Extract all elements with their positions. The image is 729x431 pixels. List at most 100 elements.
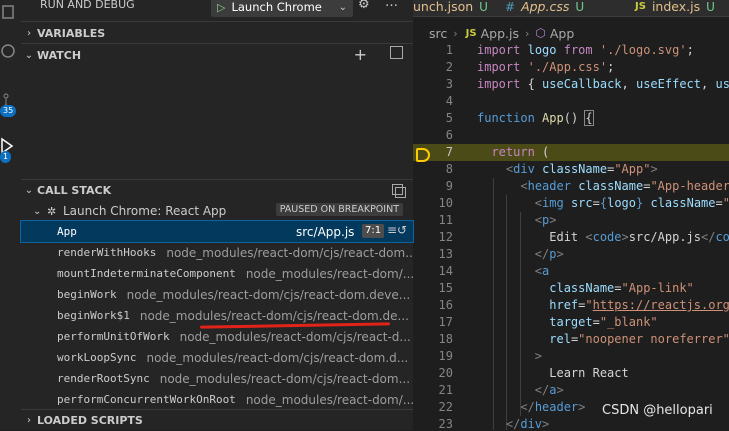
code-line: 3import { useCallback, useEffect, useL [413, 76, 729, 93]
stack-frame[interactable]: beginWork node_modules/react-dom/cjs/rea… [21, 284, 413, 305]
breakpoint-arrow-icon[interactable] [416, 148, 430, 162]
tab-label: index.js [651, 0, 701, 14]
line-number: 14 [438, 264, 453, 278]
frame-source: node_modules/react-dom/... [245, 266, 413, 281]
code-line: 17 target="_blank" [413, 314, 729, 331]
code-line: 10 <img src={logo} className="Ap [413, 195, 729, 212]
collapse-all-icon[interactable] [390, 46, 403, 59]
chevron-down-icon: ⌄ [24, 49, 34, 61]
code-line: 8 <div className="App"> [413, 161, 729, 178]
frame-source: node_modules/react-dom/cjs/react-dom.dev… [126, 287, 411, 302]
line-number: 22 [438, 400, 453, 414]
tab-label: unch.json [413, 0, 474, 14]
chevron-right-icon: › [27, 27, 31, 39]
frame-name: beginWork [57, 288, 117, 301]
variables-section-header[interactable]: › VARIABLES [21, 22, 413, 44]
line-number: 23 [438, 417, 453, 430]
debug-badge: 1 [0, 151, 12, 163]
stack-frame[interactable]: renderRootSync node_modules/react-dom/cj… [21, 368, 413, 389]
line-number: 13 [438, 247, 453, 261]
search-icon[interactable] [0, 42, 21, 66]
tab-label: App.css [521, 0, 570, 14]
code-line: 15 className="App-link" [413, 280, 729, 297]
call-stack-section-header[interactable]: ⌄ CALL STACK [21, 179, 413, 201]
loaded-scripts-title: LOADED SCRIPTS [37, 413, 143, 427]
files-icon[interactable] [0, 4, 21, 28]
line-number: 19 [438, 349, 453, 363]
stack-frame[interactable]: App src/App.js 7:1 ≡↺ [20, 220, 414, 243]
editor-tabs: unch.json U # App.css U JS index.js U [413, 0, 729, 16]
code-line: 11 <p> [413, 212, 729, 229]
breadcrumb-folder[interactable]: src [429, 26, 447, 41]
code-line: 2 import './App.css'; [413, 59, 729, 76]
frame-name: renderWithHooks [57, 246, 157, 259]
watermark: CSDN @hellopari [602, 403, 713, 418]
call-stack-title: CALL STACK [37, 183, 112, 197]
code-line: 23 </div> [413, 416, 729, 430]
symbol-icon: ⬡ [535, 26, 546, 40]
code-line: 13 </p> [413, 246, 729, 263]
frame-name: performConcurrentWorkOnRoot [57, 393, 236, 406]
code-editor[interactable]: 1 import logo from './logo.svg'; 2 import … [413, 42, 729, 430]
breadcrumb-file[interactable]: App.js [481, 26, 519, 41]
add-expression-icon[interactable]: + [354, 45, 367, 64]
chevron-right-icon: › [524, 26, 530, 40]
code-line: 9 <header className="App-header"> [413, 178, 729, 195]
code-line: 6 [413, 127, 729, 144]
tab-status: U [706, 0, 715, 14]
code-line: 1 import logo from './logo.svg'; [413, 42, 729, 59]
loaded-scripts-section-header[interactable]: › LOADED SCRIPTS [21, 409, 413, 431]
tab-index-js[interactable]: JS index.js U [635, 0, 715, 16]
line-number: 20 [438, 366, 453, 380]
tab-launch-json[interactable]: unch.json U [413, 0, 488, 16]
code-line: 21 </a> [413, 382, 729, 399]
current-line: 7 return ( [413, 144, 729, 161]
tab-app-css[interactable]: # App.css U [505, 0, 584, 16]
frame-position: 7:1 [362, 224, 385, 238]
frame-name: mountIndeterminateComponent [57, 267, 236, 280]
line-number: 21 [438, 383, 453, 397]
start-debugging-icon[interactable]: ▷ [217, 1, 225, 14]
stack-frame[interactable]: workLoopSync node_modules/react-dom/cjs/… [21, 347, 413, 368]
launch-config-select[interactable]: ▷ Launch Chrome ⌄ [211, 0, 353, 17]
activity-bar: 35 1 [0, 0, 21, 430]
chevron-down-icon: ⌄ [33, 205, 42, 217]
frame-name: beginWork$1 [57, 309, 130, 322]
stack-frame[interactable]: performConcurrentWorkOnRoot node_modules… [21, 389, 413, 410]
js-file-icon: JS [635, 1, 646, 12]
collapse-all-icon[interactable] [392, 184, 406, 198]
line-number: 18 [438, 332, 453, 346]
stack-frame[interactable]: performUnitOfWork node_modules/react-dom… [21, 326, 413, 347]
code-line: 14 <a [413, 263, 729, 280]
frame-source: node_modules/react-dom/... [245, 392, 413, 407]
frame-name: App [57, 225, 77, 238]
watch-title: WATCH [37, 48, 82, 62]
gear-icon[interactable]: ⚙ [358, 0, 370, 12]
frame-source: src/App.js [296, 224, 355, 239]
thread-name: Launch Chrome: React App [63, 204, 227, 218]
chevron-down-icon: ⌄ [338, 1, 347, 13]
bug-icon: ✲ [47, 204, 57, 218]
launch-config-label: Launch Chrome [231, 0, 322, 14]
breadcrumb-symbol[interactable]: App [550, 26, 574, 41]
js-file-icon: JS [465, 27, 477, 39]
frame-source: node_modules/react-dom/cjs/react-dom... [166, 245, 413, 260]
panel-title: RUN AND DEBUG [40, 0, 135, 11]
line-number: 6 [445, 128, 453, 142]
line-number: 12 [438, 230, 453, 244]
tab-status: U [479, 0, 488, 14]
code-line: 12 Edit <code>src/App.js</code [413, 229, 729, 246]
variables-title: VARIABLES [37, 26, 106, 40]
code-line: 16 href="https://reactjs.org" [413, 297, 729, 314]
line-number: 2 [445, 60, 453, 74]
stack-frame[interactable]: mountIndeterminateComponent node_modules… [21, 263, 413, 284]
stack-frame[interactable]: renderWithHooks node_modules/react-dom/c… [21, 242, 413, 263]
chevron-down-icon: ⌄ [24, 184, 34, 196]
code-line: 19 > [413, 348, 729, 365]
code-line: 4 [413, 93, 729, 110]
code-line: 18 rel="noopener noreferrer" [413, 331, 729, 348]
more-actions-icon[interactable]: … [385, 0, 398, 10]
restart-frame-icon[interactable]: ≡↺ [387, 223, 407, 237]
frame-source: node_modules/react-dom/cjs/react-dom.de.… [139, 308, 409, 323]
divider [413, 16, 729, 17]
